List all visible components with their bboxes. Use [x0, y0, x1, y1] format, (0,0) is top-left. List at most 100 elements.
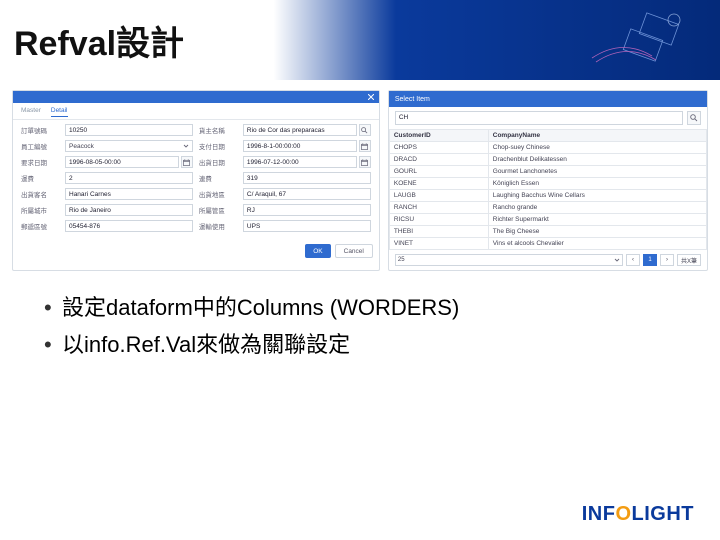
tab-detail[interactable]: Detail	[51, 107, 68, 117]
field-wrap: Peacock	[65, 140, 193, 152]
text-input[interactable]: 2	[65, 172, 193, 184]
table-cell: Laughing Bacchus Wine Cellars	[488, 190, 706, 202]
form-footer: OK Cancel	[13, 240, 379, 262]
tabs: Master Detail	[13, 103, 379, 120]
field-label: 郵遞區號	[21, 221, 59, 231]
page-size-select[interactable]: 25	[395, 254, 623, 266]
field-label: 要求日期	[21, 157, 59, 167]
field-wrap: Hanari Carnes	[65, 188, 193, 200]
table-cell: GOURL	[389, 166, 488, 178]
text-input[interactable]: UPS	[243, 220, 371, 232]
text-input[interactable]: C/ Araquil, 67	[243, 188, 371, 200]
field-label: 運輸使用	[199, 221, 237, 231]
text-input[interactable]: 1996-8-1-00:00:00	[243, 140, 357, 152]
table-row[interactable]: RICSURichter Supermarkt	[389, 214, 706, 226]
table-cell: RANCH	[389, 202, 488, 214]
field-wrap: Rio de Cor das preparacas	[243, 124, 371, 136]
bullet-2: 以info.Ref.Val來做為關聯設定	[40, 326, 680, 363]
field-wrap: 2	[65, 172, 193, 184]
col-companyname[interactable]: CompanyName	[488, 130, 706, 142]
field-label: 訂單號碼	[21, 125, 59, 135]
form-panel: Master Detail 訂單號碼 10250 貨主名稱 Rio de Cor da…	[12, 90, 380, 271]
text-input[interactable]: 10250	[65, 124, 193, 136]
table-row[interactable]: CHOPSChop-suey Chinese	[389, 142, 706, 154]
cal-icon[interactable]	[181, 156, 193, 168]
text-input[interactable]: Rio de Cor das preparacas	[243, 124, 357, 136]
field-label: 貨主名稱	[199, 125, 237, 135]
field-wrap: 05454-876	[65, 220, 193, 232]
field-label: 出貨客名	[21, 189, 59, 199]
cal-icon[interactable]	[359, 156, 371, 168]
select-item-title: Select Item	[389, 91, 707, 107]
table-cell: THEBI	[389, 226, 488, 238]
table-cell: Drachenblut Delikatessen	[488, 154, 706, 166]
page-title: Refval設計	[14, 16, 184, 65]
select-input[interactable]: Peacock	[65, 140, 193, 152]
screenshots-row: Master Detail 訂單號碼 10250 貨主名稱 Rio de Cor da…	[0, 80, 720, 275]
pager-prev[interactable]: ‹	[626, 254, 640, 266]
table-row[interactable]: RANCHRancho grande	[389, 202, 706, 214]
field-label: 所屬管區	[199, 205, 237, 215]
table-row[interactable]: VINETVins et alcools Chevalier	[389, 238, 706, 250]
text-input[interactable]: RJ	[243, 204, 371, 216]
table-cell: Vins et alcools Chevalier	[488, 238, 706, 250]
text-input[interactable]: 319	[243, 172, 371, 184]
form-grid: 訂單號碼 10250 貨主名稱 Rio de Cor das preparacas 員工…	[13, 120, 379, 240]
table-cell: Chop-suey Chinese	[488, 142, 706, 154]
table-row[interactable]: DRACDDrachenblut Delikatessen	[389, 154, 706, 166]
close-icon[interactable]	[367, 93, 375, 101]
form-panel-titlebar	[13, 91, 379, 103]
field-label: 運費	[21, 173, 59, 183]
cancel-button[interactable]: Cancel	[335, 244, 373, 258]
field-wrap: 1996-8-1-00:00:00	[243, 140, 371, 152]
search-icon[interactable]	[687, 111, 701, 125]
field-wrap: RJ	[243, 204, 371, 216]
field-wrap: 1996-07-12-00:00	[243, 156, 371, 168]
text-input[interactable]: Rio de Janeiro	[65, 204, 193, 216]
pager-current[interactable]: 1	[643, 254, 657, 266]
field-wrap: Rio de Janeiro	[65, 204, 193, 216]
table-cell: LAUGB	[389, 190, 488, 202]
field-wrap: 10250	[65, 124, 193, 136]
search-input[interactable]: CH	[395, 111, 683, 125]
search-row: CH	[389, 107, 707, 129]
results-table: CustomerID CompanyName CHOPSChop-suey Ch…	[389, 129, 707, 250]
text-input[interactable]: Hanari Carnes	[65, 188, 193, 200]
table-cell: Richter Supermarkt	[488, 214, 706, 226]
table-cell: RICSU	[389, 214, 488, 226]
search-icon[interactable]	[359, 124, 371, 136]
pager-total: 共X筆	[677, 254, 701, 266]
pager-next[interactable]: ›	[660, 254, 674, 266]
field-label: 員工編號	[21, 141, 59, 151]
table-row[interactable]: KOENEKöniglich Essen	[389, 178, 706, 190]
field-label: 支付日期	[199, 141, 237, 151]
table-cell: The Big Cheese	[488, 226, 706, 238]
table-cell: VINET	[389, 238, 488, 250]
field-wrap: 1996-08-05-00:00	[65, 156, 193, 168]
field-wrap: UPS	[243, 220, 371, 232]
table-row[interactable]: LAUGBLaughing Bacchus Wine Cellars	[389, 190, 706, 202]
infolight-logo: INFOLIGHT	[582, 503, 694, 526]
text-input[interactable]: 1996-07-12-00:00	[243, 156, 357, 168]
field-wrap: C/ Araquil, 67	[243, 188, 371, 200]
table-cell: CHOPS	[389, 142, 488, 154]
title-banner: Refval設計	[0, 0, 720, 80]
table-cell: KOENE	[389, 178, 488, 190]
table-cell: Königlich Essen	[488, 178, 706, 190]
field-label: 所屬城市	[21, 205, 59, 215]
ok-button[interactable]: OK	[305, 244, 330, 258]
cal-icon[interactable]	[359, 140, 371, 152]
table-cell: DRACD	[389, 154, 488, 166]
tab-master[interactable]: Master	[21, 107, 41, 117]
table-cell: Gourmet Lanchonetes	[488, 166, 706, 178]
table-row[interactable]: GOURLGourmet Lanchonetes	[389, 166, 706, 178]
text-input[interactable]: 1996-08-05-00:00	[65, 156, 179, 168]
banner-decoration	[582, 8, 702, 72]
col-customerid[interactable]: CustomerID	[389, 130, 488, 142]
bullet-list: 設定dataform中的Columns (WORDERS) 以info.Ref.…	[0, 275, 720, 378]
table-row[interactable]: THEBIThe Big Cheese	[389, 226, 706, 238]
field-label: 出貨日期	[199, 157, 237, 167]
table-cell: Rancho grande	[488, 202, 706, 214]
pager: 25 ‹ 1 › 共X筆	[389, 250, 707, 270]
text-input[interactable]: 05454-876	[65, 220, 193, 232]
